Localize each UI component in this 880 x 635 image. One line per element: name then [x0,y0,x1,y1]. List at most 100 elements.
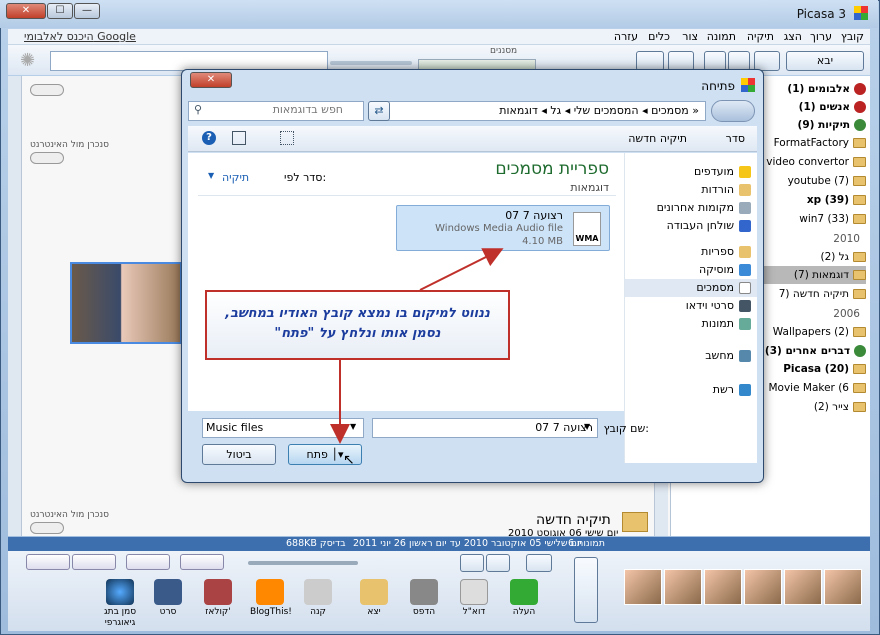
new-folder-button[interactable]: תיקיה חדשה [628,132,687,145]
tree-folder[interactable]: צייר (2) [814,398,866,416]
photo-thumbnail[interactable] [70,262,182,344]
menu-view[interactable]: הצג [784,30,802,43]
organize-button[interactable]: סדר [726,132,745,145]
view-options-icon[interactable] [280,131,294,145]
tree-folder[interactable]: Movie Maker (6 [768,379,866,397]
address-bar[interactable]: « מסמכים ◂ המסמכים שלי ◂ גל ◂ דוגמאות [370,101,706,121]
collage-button[interactable]: קולאז' [198,579,238,618]
sync-toggle[interactable] [30,522,64,534]
star-button[interactable] [526,554,552,572]
nav-favorites[interactable]: מועדפים [694,163,751,181]
grid-view-button[interactable] [704,51,726,71]
menu-file[interactable]: קובץ [841,30,864,43]
file-browser: מועדפים הורדות מקומות אחרונים שולחן העבו… [188,153,757,463]
sync-toggle[interactable] [30,152,64,164]
file-type-select[interactable]: Music files [202,418,364,438]
nav-recent-places[interactable]: מקומות אחרונים [657,199,751,217]
zoom-slider[interactable] [248,561,358,565]
nav-music[interactable]: מוסיקה [699,261,751,279]
rotate-right-button[interactable] [486,554,510,572]
sort-dropdown[interactable]: תיקיה [222,171,249,184]
list-view-button[interactable] [728,51,750,71]
picasa-search-input[interactable] [50,51,328,71]
google-albums-link[interactable]: היכנס לאלבומי Google [24,30,136,43]
tray-photo[interactable] [824,569,862,605]
movie-button[interactable]: סרט [148,579,188,618]
status-size: 688KB בדיסק [286,538,346,549]
nav-desktop[interactable]: שולחן העבודה [667,217,751,235]
folder-icon [853,214,866,224]
tree-folder[interactable]: FormatFactory [774,134,866,152]
tray-controls[interactable] [574,557,598,623]
tree-header-folders[interactable]: תיקיות (9) [798,116,866,134]
shop-button[interactable]: קנה [298,579,338,618]
info-icon[interactable] [26,554,70,570]
export-button[interactable]: יצא [354,579,394,618]
person-icon[interactable] [180,554,224,570]
menu-help[interactable]: עזרה [614,30,638,43]
nav-computer[interactable]: מחשב [705,347,751,365]
close-window-button[interactable]: ✕ [6,3,46,19]
nav-videos[interactable]: סרטי וידאו [686,297,751,315]
tray-photo[interactable] [784,569,822,605]
tray-photo[interactable] [624,569,662,605]
menu-picture[interactable]: תמונה [707,30,736,43]
location-pin-icon[interactable] [126,554,170,570]
left-scrollbar[interactable] [8,76,22,536]
minimize-button[interactable]: — [74,3,100,19]
documents-icon [739,282,751,294]
tree-folder[interactable]: Picasa (20) [783,360,866,378]
spinner-icon: ✺ [20,50,36,71]
tree-folder[interactable]: xp (39) [807,191,866,209]
import-button[interactable]: יבא [786,51,864,71]
command-bar: סדר תיקיה חדשה ? [188,126,757,152]
print-button[interactable]: הדפס [404,579,444,618]
upload-button[interactable]: העלה [504,579,544,618]
menu-create[interactable]: צור [682,30,698,43]
help-icon[interactable]: ? [202,131,216,145]
menu-folder[interactable]: תיקיה [747,30,774,43]
preview-pane-icon[interactable] [232,131,246,145]
rotate-left-button[interactable] [460,554,484,572]
open-file-dialog: ✕ פתיחה « מסמכים ◂ המסמכים שלי ◂ גל ◂ דו… [181,69,764,483]
filter-slider[interactable] [330,61,412,65]
tag-icon[interactable] [72,554,116,570]
nav-documents-selected[interactable]: מסמכים [625,279,757,297]
tray-photo[interactable] [704,569,742,605]
maximize-button[interactable]: ☐ [47,3,73,19]
search-input[interactable]: חפש בדוגמאות [188,101,364,121]
back-button[interactable] [636,51,664,71]
downloads-icon [739,184,751,196]
tree-folder[interactable]: youtube (7) [788,172,866,190]
file-item-selected[interactable]: WMA רצועה 7 07 Windows Media Audio file … [396,205,610,251]
menu-edit[interactable]: ערוך [810,30,832,43]
geotag-button[interactable]: סמן בתג גיאוגרפי [100,579,140,629]
tree-header-albums[interactable]: אלבומים (1) [787,80,866,98]
view-dropdown[interactable] [668,51,694,71]
tree-folder[interactable]: video convertor [766,153,866,171]
tree-folder[interactable]: גל (2) [820,248,866,266]
email-button[interactable]: דוא"ל [454,579,494,618]
cancel-button[interactable]: ביטול [202,444,276,465]
refresh-button[interactable]: ⇄ [368,101,390,121]
nav-pictures[interactable]: תמונות [702,315,751,333]
sync-toggle[interactable] [30,84,64,96]
tree-folder[interactable]: win7 (33) [799,210,866,228]
tray-photo[interactable] [664,569,702,605]
folder-icon [853,252,866,262]
tree-header-people[interactable]: אנשים (1) [799,98,866,116]
tray-photo[interactable] [744,569,782,605]
app-title: Picasa 3 [796,7,846,21]
nav-network[interactable]: רשת [713,381,751,399]
nav-downloads[interactable]: הורדות [701,181,751,199]
blogthis-button[interactable]: BlogThis! [250,579,292,618]
back-forward-buttons[interactable] [711,100,755,122]
tree-folder[interactable]: תיקיה חדשה (7 [779,285,866,303]
add-button[interactable] [754,51,780,71]
nav-libraries[interactable]: ספריות [701,243,751,261]
tree-folder[interactable]: Wallpapers (2) [773,323,866,341]
menu-tools[interactable]: כלים [648,30,670,43]
tree-header-other[interactable]: דברים אחרים (3) [765,342,866,360]
filename-input[interactable]: רצועה 7 07 [372,418,598,438]
dialog-close-button[interactable]: ✕ [190,72,232,88]
